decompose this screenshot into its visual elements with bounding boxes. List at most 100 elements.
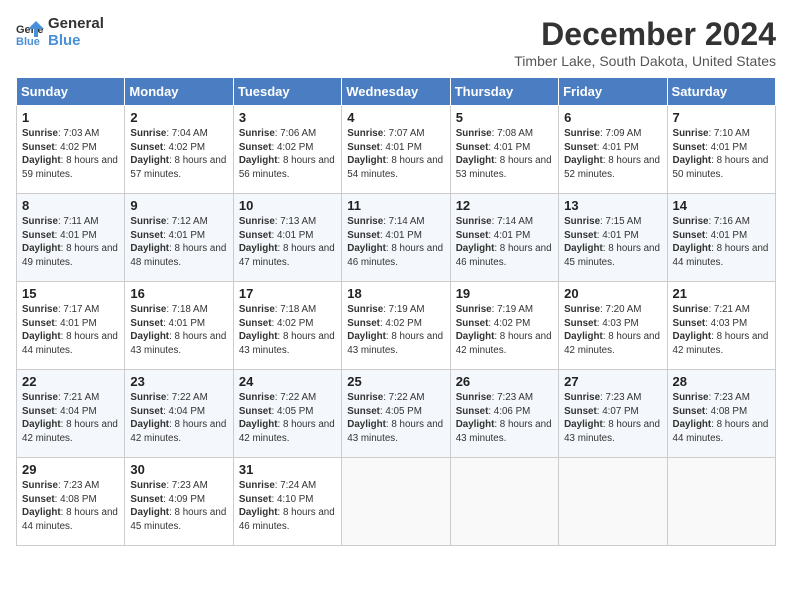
day-info: Sunrise: 7:14 AMSunset: 4:01 PMDaylight:… [347,215,444,270]
day-number: 7 [673,110,770,125]
day-cell: 29 Sunrise: 7:23 AMSunset: 4:08 PMDayligh… [17,458,125,546]
day-cell: 31Sunrise: 7:24 AMSunset: 4:10 PMDayligh… [233,458,341,546]
empty-day-cell [342,458,450,546]
empty-day-cell [667,458,775,546]
day-info: Sunrise: 7:08 AMSunset: 4:01 PMDaylight:… [456,127,553,182]
header-row: SundayMondayTuesdayWednesdayThursdayFrid… [17,78,776,106]
day-cell: 11 Sunrise: 7:14 AMSunset: 4:01 PMDayligh… [342,194,450,282]
day-number: 4 [347,110,444,125]
day-cell: 22Sunrise: 7:21 AMSunset: 4:04 PMDayligh… [17,370,125,458]
day-number: 25 [347,374,444,389]
day-info: Sunrise: 7:16 AMSunset: 4:01 PMDaylight:… [673,215,770,270]
day-cell: 6 Sunrise: 7:09 AMSunset: 4:01 PMDaylight… [559,106,667,194]
day-info: Sunrise: 7:04 AMSunset: 4:02 PMDaylight:… [130,127,227,182]
day-info: Sunrise: 7:17 AMSunset: 4:01 PMDaylight:… [22,303,119,358]
day-number: 30 [130,462,227,477]
day-number: 18 [347,286,444,301]
day-of-week-header: Monday [125,78,233,106]
day-number: 19 [456,286,553,301]
day-cell: 10Sunrise: 7:13 AMSunset: 4:01 PMDayligh… [233,194,341,282]
day-cell: 19Sunrise: 7:19 AMSunset: 4:02 PMDayligh… [450,282,558,370]
empty-day-cell [559,458,667,546]
day-cell: 16 Sunrise: 7:18 AMSunset: 4:01 PMDayligh… [125,282,233,370]
calendar-title: December 2024 [514,16,776,53]
calendar-table: SundayMondayTuesdayWednesdayThursdayFrid… [16,77,776,546]
day-cell: 21 Sunrise: 7:21 AMSunset: 4:03 PMDayligh… [667,282,775,370]
day-number: 13 [564,198,661,213]
calendar-week-row: 8 Sunrise: 7:11 AMSunset: 4:01 PMDaylight… [17,194,776,282]
day-of-week-header: Sunday [17,78,125,106]
day-number: 15 [22,286,119,301]
day-cell: 1 Sunrise: 7:03 AMSunset: 4:02 PMDaylight… [17,106,125,194]
day-cell: 18 Sunrise: 7:19 AMSunset: 4:02 PMDayligh… [342,282,450,370]
logo-icon: General Blue [16,19,44,47]
day-number: 21 [673,286,770,301]
day-info: Sunrise: 7:22 AMSunset: 4:04 PMDaylight:… [130,391,227,446]
day-info: Sunrise: 7:15 AMSunset: 4:01 PMDaylight:… [564,215,661,270]
day-info: Sunrise: 7:23 AMSunset: 4:09 PMDaylight:… [130,479,227,534]
day-info: Sunrise: 7:23 AMSunset: 4:08 PMDaylight:… [673,391,770,446]
day-info: Sunrise: 7:13 AMSunset: 4:01 PMDaylight:… [239,215,336,270]
day-info: Sunrise: 7:11 AMSunset: 4:01 PMDaylight:… [22,215,119,270]
day-number: 29 [22,462,119,477]
day-cell: 8 Sunrise: 7:11 AMSunset: 4:01 PMDaylight… [17,194,125,282]
day-number: 11 [347,198,444,213]
calendar-week-row: 15 Sunrise: 7:17 AMSunset: 4:01 PMDayligh… [17,282,776,370]
logo-line1: General [48,16,104,33]
day-number: 12 [456,198,553,213]
day-info: Sunrise: 7:18 AMSunset: 4:01 PMDaylight:… [130,303,227,358]
title-area: December 2024 Timber Lake, South Dakota,… [514,16,776,69]
day-info: Sunrise: 7:21 AMSunset: 4:03 PMDaylight:… [673,303,770,358]
day-number: 2 [130,110,227,125]
day-cell: 9Sunrise: 7:12 AMSunset: 4:01 PMDaylight… [125,194,233,282]
day-cell: 14Sunrise: 7:16 AMSunset: 4:01 PMDayligh… [667,194,775,282]
day-info: Sunrise: 7:19 AMSunset: 4:02 PMDaylight:… [347,303,444,358]
calendar-subtitle: Timber Lake, South Dakota, United States [514,53,776,69]
day-info: Sunrise: 7:03 AMSunset: 4:02 PMDaylight:… [22,127,119,182]
day-number: 28 [673,374,770,389]
day-info: Sunrise: 7:23 AMSunset: 4:06 PMDaylight:… [456,391,553,446]
day-info: Sunrise: 7:06 AMSunset: 4:02 PMDaylight:… [239,127,336,182]
day-info: Sunrise: 7:23 AMSunset: 4:08 PMDaylight:… [22,479,119,534]
day-number: 8 [22,198,119,213]
calendar-week-row: 1 Sunrise: 7:03 AMSunset: 4:02 PMDaylight… [17,106,776,194]
logo-line2: Blue [48,33,104,50]
day-cell: 15 Sunrise: 7:17 AMSunset: 4:01 PMDayligh… [17,282,125,370]
day-number: 9 [130,198,227,213]
day-info: Sunrise: 7:18 AMSunset: 4:02 PMDaylight:… [239,303,336,358]
day-number: 27 [564,374,661,389]
day-number: 16 [130,286,227,301]
day-cell: 23 Sunrise: 7:22 AMSunset: 4:04 PMDayligh… [125,370,233,458]
day-of-week-header: Wednesday [342,78,450,106]
day-cell: 2 Sunrise: 7:04 AMSunset: 4:02 PMDaylight… [125,106,233,194]
day-cell: 4Sunrise: 7:07 AMSunset: 4:01 PMDaylight… [342,106,450,194]
day-number: 1 [22,110,119,125]
day-cell: 7 Sunrise: 7:10 AMSunset: 4:01 PMDaylight… [667,106,775,194]
day-number: 3 [239,110,336,125]
logo: General Blue General Blue [16,16,104,49]
svg-text:Blue: Blue [16,36,40,47]
day-info: Sunrise: 7:20 AMSunset: 4:03 PMDaylight:… [564,303,661,358]
day-of-week-header: Tuesday [233,78,341,106]
day-cell: 25 Sunrise: 7:22 AMSunset: 4:05 PMDayligh… [342,370,450,458]
day-cell: 30 Sunrise: 7:23 AMSunset: 4:09 PMDayligh… [125,458,233,546]
day-number: 23 [130,374,227,389]
day-cell: 27 Sunrise: 7:23 AMSunset: 4:07 PMDayligh… [559,370,667,458]
day-number: 26 [456,374,553,389]
day-cell: 17Sunrise: 7:18 AMSunset: 4:02 PMDayligh… [233,282,341,370]
day-cell: 28 Sunrise: 7:23 AMSunset: 4:08 PMDayligh… [667,370,775,458]
day-info: Sunrise: 7:22 AMSunset: 4:05 PMDaylight:… [239,391,336,446]
day-cell: 12Sunrise: 7:14 AMSunset: 4:01 PMDayligh… [450,194,558,282]
day-cell: 3 Sunrise: 7:06 AMSunset: 4:02 PMDaylight… [233,106,341,194]
day-info: Sunrise: 7:21 AMSunset: 4:04 PMDaylight:… [22,391,119,446]
day-of-week-header: Thursday [450,78,558,106]
day-info: Sunrise: 7:09 AMSunset: 4:01 PMDaylight:… [564,127,661,182]
day-cell: 24Sunrise: 7:22 AMSunset: 4:05 PMDayligh… [233,370,341,458]
day-info: Sunrise: 7:22 AMSunset: 4:05 PMDaylight:… [347,391,444,446]
day-of-week-header: Friday [559,78,667,106]
day-info: Sunrise: 7:10 AMSunset: 4:01 PMDaylight:… [673,127,770,182]
day-info: Sunrise: 7:24 AMSunset: 4:10 PMDaylight:… [239,479,336,534]
day-number: 6 [564,110,661,125]
day-cell: 5Sunrise: 7:08 AMSunset: 4:01 PMDaylight… [450,106,558,194]
day-info: Sunrise: 7:23 AMSunset: 4:07 PMDaylight:… [564,391,661,446]
